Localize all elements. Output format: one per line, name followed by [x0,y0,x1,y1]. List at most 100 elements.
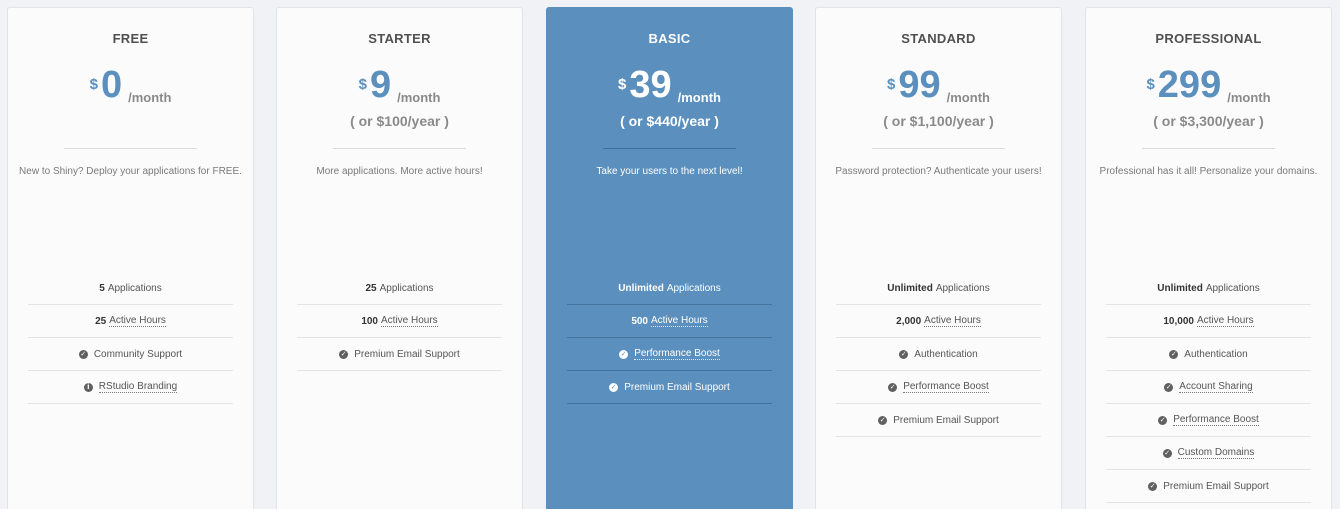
plan-price: $ 0 /month [8,63,253,107]
feature-value: 500 [631,315,648,327]
feature-active-hours: 10,000 Active Hours [1106,305,1311,338]
plan-divider [603,148,736,149]
feature-value: 10,000 [1163,315,1194,327]
price-currency: $ [89,76,98,93]
plan-divider [1142,148,1275,149]
check-circle-icon: ✓ [78,349,88,359]
feature-active-hours: 25 Active Hours [28,305,233,338]
feature-value: 25 [95,315,107,327]
yearly-price: ( or $3,300/year ) [1153,113,1264,129]
plan-price: $ 39 /month [547,63,792,107]
price-amount: 9 [369,64,392,106]
plan-description: Take your users to the next level! [596,166,743,177]
feature-label: Applications [107,282,162,294]
price-currency: $ [358,76,367,93]
check-circle-icon: ✓ [1162,448,1172,458]
feature-label-tooltip[interactable]: Performance Boost [903,381,989,393]
check-circle-icon: ✓ [1169,349,1179,359]
feature-label-tooltip[interactable]: Active Hours [651,315,708,327]
feature-list: Unlimited Applications 500 Active Hours … [567,272,772,404]
plan-description: More applications. More active hours! [316,166,483,177]
feature-value: Unlimited [887,282,933,294]
check-circle-icon: ✓ [619,349,629,359]
feature-label-tooltip[interactable]: Active Hours [924,315,981,327]
feature-performance-boost: ✓ Performance Boost [1106,404,1311,437]
plan-name: STARTER [368,31,431,46]
feature-applications: 5 Applications [28,272,233,305]
check-circle-icon: ✓ [888,382,898,392]
price-currency: $ [887,76,896,93]
feature-label: Applications [379,282,434,294]
feature-label-tooltip[interactable]: Performance Boost [1173,414,1259,426]
price-period: /month [128,90,172,105]
feature-rstudio-branding: i RStudio Branding [28,371,233,404]
feature-label: Premium Email Support [354,348,460,360]
price-currency: $ [1146,76,1155,93]
plan-divider [64,148,197,149]
plan-name: FREE [112,31,149,46]
plan-price: $ 9 /month [277,63,522,107]
feature-label-tooltip[interactable]: RStudio Branding [98,381,178,393]
yearly-price: ( or $440/year ) [620,113,719,129]
feature-label: Premium Email Support [1163,480,1269,492]
plan-card-basic[interactable]: BASIC $ 39 /month ( or $440/year ) Take … [546,7,793,509]
plan-description: Password protection? Authenticate your u… [835,166,1042,177]
feature-label-tooltip[interactable]: Active Hours [109,315,166,327]
feature-list: Unlimited Applications 10,000 Active Hou… [1106,272,1311,503]
plan-name: STANDARD [901,31,976,46]
feature-premium-email-support: ✓ Premium Email Support [567,371,772,404]
price-amount: 0 [100,64,123,106]
feature-label: Community Support [93,348,183,360]
plan-card-standard[interactable]: STANDARD $ 99 /month ( or $1,100/year ) … [815,7,1062,509]
feature-authentication: ✓ Authentication [1106,338,1311,371]
price-amount: 99 [898,64,941,106]
feature-label-tooltip[interactable]: Account Sharing [1179,381,1253,393]
feature-active-hours: 500 Active Hours [567,305,772,338]
plan-description: New to Shiny? Deploy your applications f… [19,166,242,177]
feature-performance-boost: ✓ Performance Boost [567,338,772,371]
feature-label-tooltip[interactable]: Performance Boost [634,348,720,360]
feature-value: 2,000 [896,315,922,327]
feature-community-support: ✓ Community Support [28,338,233,371]
feature-label: Applications [1205,282,1260,294]
price-currency: $ [618,76,627,93]
feature-label-tooltip[interactable]: Active Hours [1196,315,1254,327]
feature-premium-email-support: ✓ Premium Email Support [1106,470,1311,503]
feature-active-hours: 2,000 Active Hours [836,305,1041,338]
plan-name: PROFESSIONAL [1155,31,1262,46]
plan-card-professional[interactable]: PROFESSIONAL $ 299 /month ( or $3,300/ye… [1085,7,1332,509]
feature-label: Applications [935,282,990,294]
plan-card-free[interactable]: FREE $ 0 /month New to Shiny? Deploy you… [7,7,254,509]
feature-applications: Unlimited Applications [836,272,1041,305]
feature-applications: Unlimited Applications [1106,272,1311,305]
price-period: /month [397,90,441,105]
feature-value: 5 [99,282,105,294]
feature-value: Unlimited [1157,282,1203,294]
feature-label-tooltip[interactable]: Custom Domains [1177,447,1255,459]
feature-value: 25 [365,282,377,294]
feature-account-sharing: ✓ Account Sharing [1106,371,1311,404]
feature-custom-domains: ✓ Custom Domains [1106,437,1311,470]
check-circle-icon: ✓ [899,349,909,359]
check-circle-icon: ✓ [609,382,619,392]
feature-applications: 25 Applications [297,272,502,305]
price-amount: 299 [1157,64,1222,106]
yearly-price: ( or $100/year ) [350,113,449,129]
info-circle-icon: i [83,382,93,392]
price-period: /month [677,90,721,105]
feature-authentication: ✓ Authentication [836,338,1041,371]
check-circle-icon: ✓ [1164,382,1174,392]
price-amount: 39 [629,64,672,106]
feature-performance-boost: ✓ Performance Boost [836,371,1041,404]
feature-label: Authentication [914,348,978,360]
check-circle-icon: ✓ [1148,481,1158,491]
plan-card-starter[interactable]: STARTER $ 9 /month ( or $100/year ) More… [276,7,523,509]
check-circle-icon: ✓ [878,415,888,425]
feature-applications: Unlimited Applications [567,272,772,305]
feature-label: Premium Email Support [893,414,999,426]
check-circle-icon: ✓ [339,349,349,359]
feature-label-tooltip[interactable]: Active Hours [381,315,438,327]
feature-value: Unlimited [618,282,664,294]
feature-active-hours: 100 Active Hours [297,305,502,338]
feature-list: 25 Applications 100 Active Hours ✓ Premi… [297,272,502,371]
